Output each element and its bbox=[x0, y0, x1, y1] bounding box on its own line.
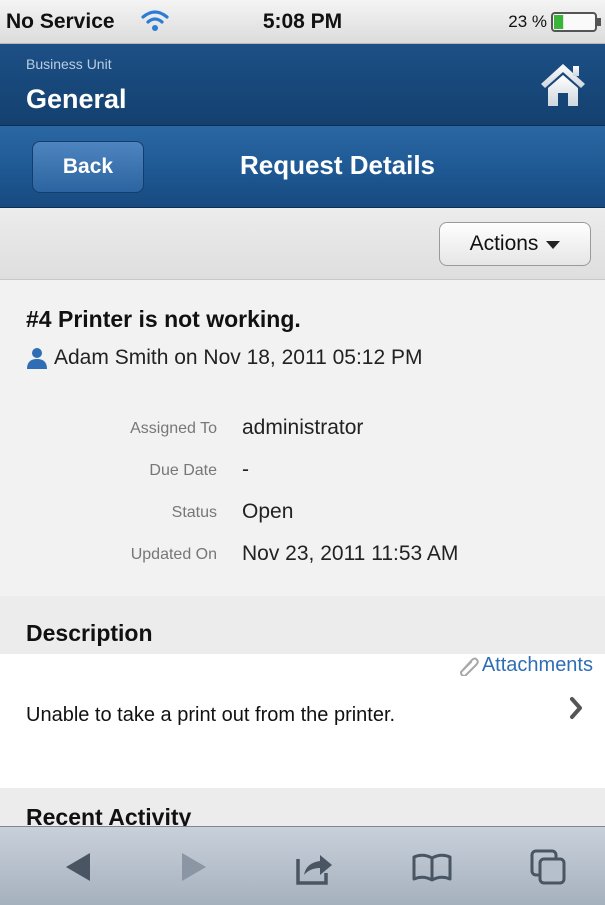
request-details: #4 Printer is not working. Adam Smith on… bbox=[0, 280, 605, 596]
battery-icon bbox=[551, 12, 601, 32]
description-heading: Description bbox=[26, 620, 153, 646]
navigation-bar: Back Request Details bbox=[0, 126, 605, 208]
description-text: Unable to take a print out from the prin… bbox=[26, 704, 396, 726]
field-value: administrator bbox=[242, 416, 364, 439]
request-title: #4 Printer is not working. bbox=[26, 306, 301, 332]
field-label: Updated On bbox=[130, 546, 217, 563]
user-icon bbox=[27, 348, 47, 369]
field-value: Open bbox=[242, 500, 294, 523]
business-unit-name[interactable]: General bbox=[26, 84, 127, 115]
chevron-right-icon[interactable] bbox=[569, 696, 583, 720]
share-icon[interactable] bbox=[292, 845, 336, 889]
tabs-icon[interactable] bbox=[526, 845, 570, 889]
request-author-date: Adam Smith on Nov 18, 2011 05:12 PM bbox=[54, 346, 423, 369]
field-value: Nov 23, 2011 11:53 AM bbox=[242, 542, 459, 565]
status-bar: No Service 5:08 PM 23 % bbox=[0, 0, 605, 44]
home-icon[interactable] bbox=[537, 60, 589, 108]
field-label: Assigned To bbox=[130, 420, 217, 437]
page-title: Request Details bbox=[239, 150, 436, 180]
browser-toolbar bbox=[0, 826, 605, 905]
field-value: - bbox=[242, 458, 249, 481]
attachments-link[interactable]: Attachments bbox=[457, 654, 593, 677]
bookmarks-icon[interactable] bbox=[410, 845, 454, 889]
description-body[interactable] bbox=[0, 654, 605, 810]
forward-arrow-icon[interactable] bbox=[172, 845, 216, 889]
attachments-label: Attachments bbox=[481, 654, 593, 676]
actions-strip: Actions bbox=[0, 208, 605, 280]
field-label: Status bbox=[171, 504, 217, 521]
field-label: Due Date bbox=[149, 462, 217, 479]
actions-label: Actions bbox=[469, 232, 539, 255]
battery-percent: 23 % bbox=[508, 12, 547, 31]
business-unit-caption: Business Unit bbox=[26, 56, 112, 72]
chevron-down-icon bbox=[546, 241, 561, 249]
back-arrow-icon[interactable] bbox=[56, 845, 100, 889]
paperclip-icon bbox=[459, 657, 479, 676]
actions-button[interactable]: Actions bbox=[439, 222, 591, 266]
app-header: Business Unit General bbox=[0, 44, 605, 126]
request-meta: Adam Smith on Nov 18, 2011 05:12 PM bbox=[26, 346, 422, 370]
